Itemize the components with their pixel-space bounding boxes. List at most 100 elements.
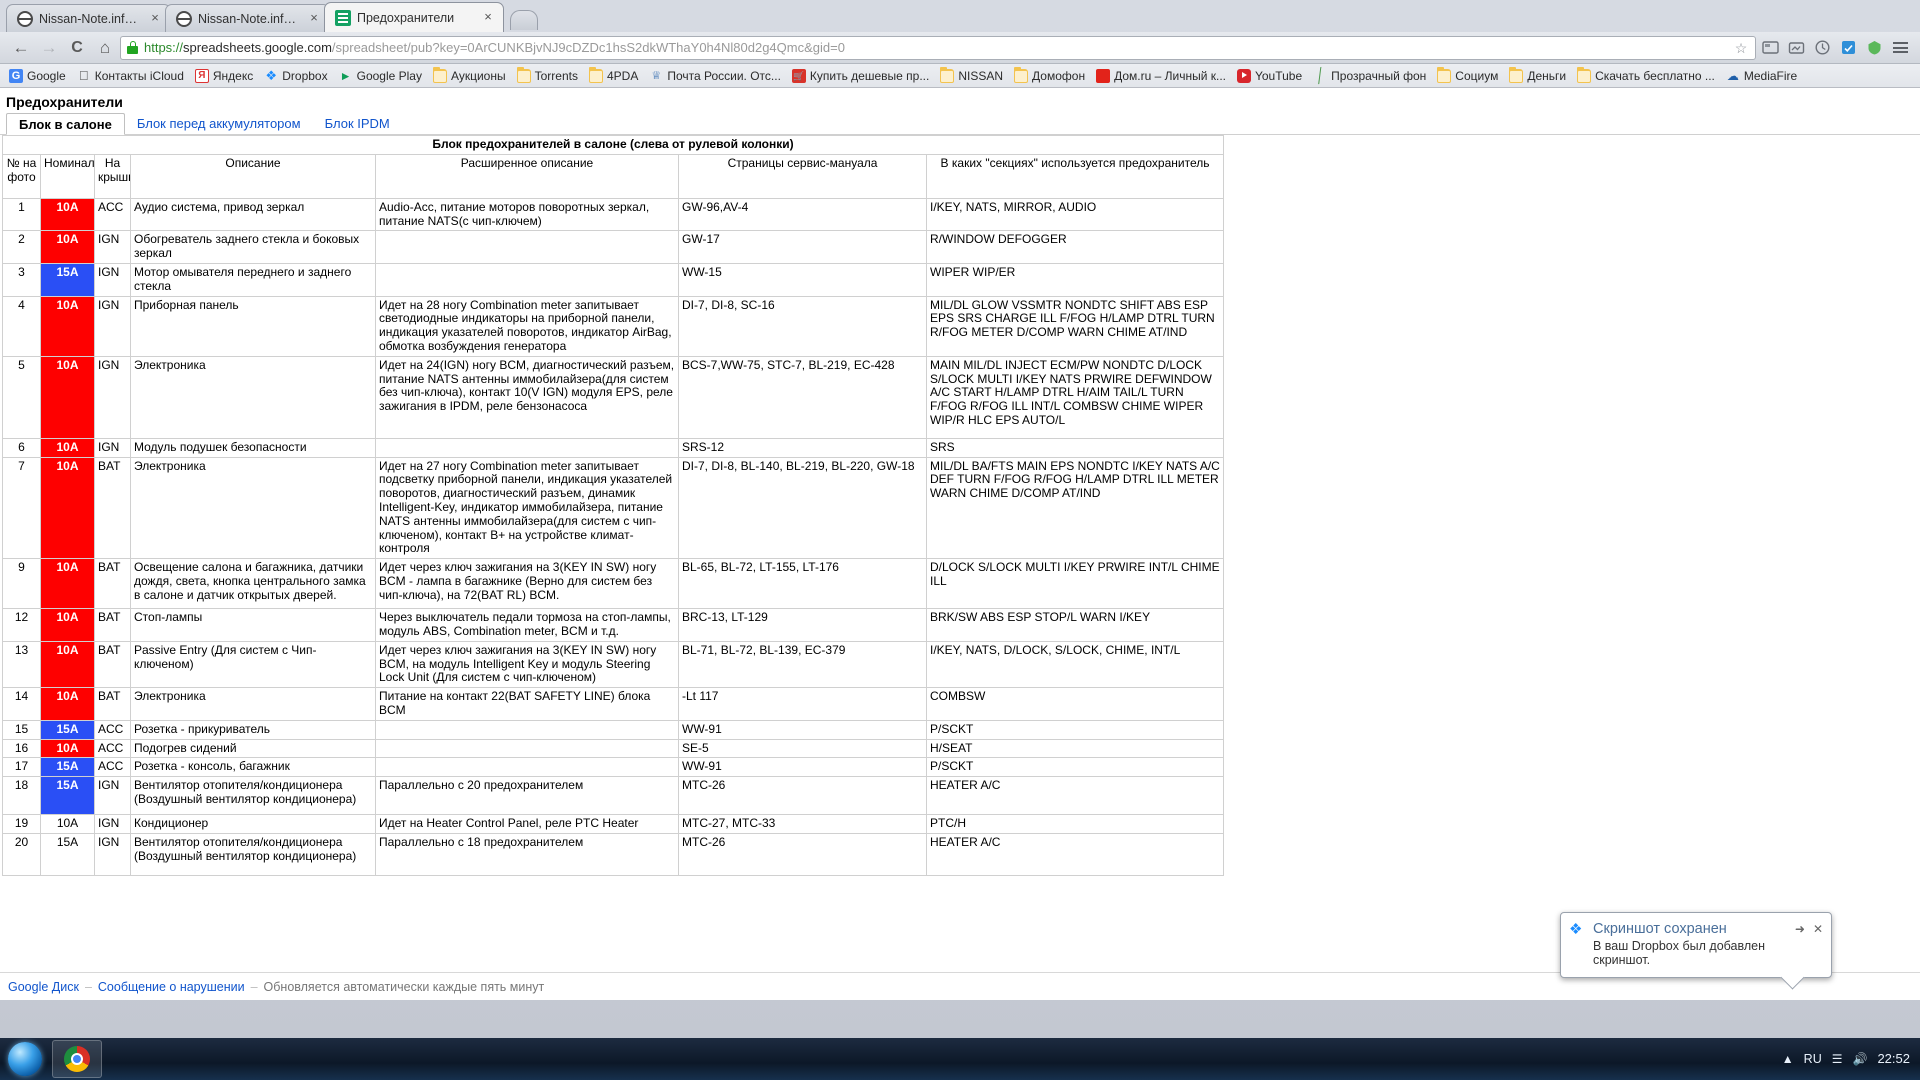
volume-icon[interactable]: 🔊 [1853, 1052, 1868, 1066]
report-abuse-link[interactable]: Сообщение о нарушении [98, 980, 245, 994]
cell-extended-description: Audio-Acc, питание моторов поворотных зе… [375, 197, 679, 232]
extension-icon-5[interactable] [1862, 36, 1886, 60]
cell-description: Розетка - прикуриватель [130, 719, 376, 740]
bookmark-label: Домофон [1032, 68, 1086, 83]
cell-on-cover: BAT [94, 558, 131, 610]
cell-rating: 15A [40, 262, 95, 297]
cell-description: Passive Entry (Для систем с Чип-ключеном… [130, 640, 376, 689]
address-bar[interactable]: https://spreadsheets.google.com/spreadsh… [120, 35, 1756, 60]
cell-number: 2 [2, 230, 41, 264]
bookmark-label: Социум [1455, 68, 1499, 83]
browser-tab-3[interactable]: Предохранители [324, 2, 504, 32]
browser-tab-1[interactable]: Nissan-Note.info :: Поиск [6, 4, 171, 32]
table-row: 2 10A IGN Обогреватель заднего стекла и бок… [2, 230, 1225, 264]
mediafire-icon: ☁ [1726, 68, 1739, 83]
bookmark-label: Torrents [534, 68, 578, 83]
bookmark-mediafire[interactable]: ☁ MediaFire [1721, 67, 1802, 85]
cell-description: Вентилятор отопителя/кондиционера (Возду… [130, 776, 376, 816]
close-icon[interactable]: ✕ [1813, 922, 1823, 936]
bookmark-domru[interactable]: Дом.ru – Личный к... [1091, 67, 1231, 85]
table-row: 19 10A IGN Кондиционер Идет на Heater Contro… [2, 814, 1225, 834]
bookmark-domofon[interactable]: Домофон [1009, 66, 1090, 85]
folder-icon [1577, 66, 1592, 83]
url-text: https://spreadsheets.google.com/spreadsh… [144, 40, 1727, 55]
google-sheets-icon [335, 9, 351, 26]
bookmark-socium[interactable]: Социум [1432, 66, 1503, 85]
home-icon[interactable]: ⌂ [92, 36, 118, 60]
cell-extended-description [375, 738, 679, 759]
cell-sections: P/SCKT [925, 757, 1225, 778]
close-icon[interactable] [481, 11, 495, 25]
toast-header: ❖ Скриншот сохранен ➜ ✕ [1569, 921, 1823, 937]
cell-rating: 15A [40, 719, 95, 740]
dropbox-notification[interactable]: ❖ Скриншот сохранен ➜ ✕ В ваш Dropbox бы… [1560, 912, 1832, 978]
network-icon[interactable]: ☰ [1832, 1052, 1843, 1066]
cell-rating: 10A [40, 738, 95, 759]
play-icon: ► [339, 68, 352, 83]
extension-icon-3[interactable] [1810, 36, 1834, 60]
document-title: Предохранители [6, 94, 123, 110]
star-icon[interactable]: ☆ [1733, 40, 1749, 56]
cell-extended-description [375, 230, 679, 264]
bookmark-nissan[interactable]: NISSAN [935, 66, 1008, 85]
cell-extended-description: Через выключатель педали тормоза на стоп… [375, 608, 679, 642]
bookmark-label: Почта России. Отс... [667, 68, 781, 83]
forward-icon[interactable]: → [36, 36, 62, 60]
table-banner: Блок предохранителей в салоне (слева от … [1, 135, 1225, 155]
reload-icon[interactable]: C [64, 36, 90, 60]
cell-sections: H/SEAT [925, 738, 1225, 759]
browser-tab-2[interactable]: Nissan-Note.info :: Просм [165, 4, 330, 32]
taskbar-item-chrome[interactable] [52, 1040, 102, 1078]
cell-number: 15 [2, 719, 41, 740]
cell-rating: 10A [40, 230, 95, 264]
bookmark-torrents[interactable]: Torrents [512, 66, 583, 85]
collapse-icon[interactable]: ➜ [1795, 922, 1805, 936]
bookmark-transparent-bg[interactable]: ╱ Прозрачный фон [1308, 67, 1431, 85]
extension-icon-2[interactable] [1784, 36, 1808, 60]
bookmark-youtube[interactable]: YouTube [1232, 67, 1307, 85]
back-icon[interactable]: ← [8, 36, 34, 60]
bookmark-google-play[interactable]: ► Google Play [334, 67, 427, 85]
cell-on-cover: IGN [94, 295, 131, 357]
table-row: 5 10A IGN Электроника Идет на 24(IGN) ногу B… [2, 355, 1225, 439]
bookmark-google[interactable]: G Google [4, 67, 71, 85]
extension-icon-1[interactable] [1758, 36, 1782, 60]
language-indicator[interactable]: RU [1804, 1052, 1822, 1066]
bookmark-money[interactable]: Деньги [1504, 66, 1571, 85]
cell-rating: 10A [40, 197, 95, 232]
bookmark-4pda[interactable]: 4PDA [584, 66, 643, 85]
cell-manual-pages: WW-15 [678, 262, 927, 297]
cell-sections: R/WINDOW DEFOGGER [925, 230, 1225, 264]
sheet-tab-before-battery-block[interactable]: Блок перед аккумулятором [125, 113, 313, 134]
cell-description: Обогреватель заднего стекла и боковых зе… [130, 230, 376, 264]
windows-start-orb[interactable] [2, 1040, 48, 1078]
new-tab-button[interactable] [510, 10, 538, 30]
cell-rating: 10A [40, 295, 95, 357]
cell-sections: SRS [925, 437, 1225, 458]
cell-manual-pages: MTC-26 [678, 832, 927, 876]
cell-number: 16 [2, 738, 41, 759]
bookmark-download-free[interactable]: Скачать бесплатно ... [1572, 66, 1720, 85]
google-drive-link[interactable]: Google Диск [8, 980, 79, 994]
bookmark-yandex[interactable]: Я Яндекс [190, 67, 258, 85]
browser-menu-button[interactable] [1888, 36, 1912, 60]
bookmark-russian-post[interactable]: ♕ Почта России. Отс... [644, 67, 786, 85]
taskbar-clock[interactable]: 22:52 [1877, 1051, 1910, 1066]
cell-manual-pages: WW-91 [678, 719, 927, 740]
sheet-tab-ipdm-block[interactable]: Блок IPDM [313, 113, 402, 134]
show-hidden-icons[interactable]: ▲ [1782, 1052, 1794, 1066]
bookmark-icloud-contacts[interactable]:  Контакты iCloud [72, 67, 189, 85]
bookmark-cheap-goods[interactable]: 🛒 Купить дешевые пр... [787, 67, 934, 85]
close-icon[interactable] [148, 12, 162, 26]
bookmark-dropbox[interactable]: ❖ Dropbox [259, 67, 332, 85]
cell-number: 18 [2, 776, 41, 816]
cell-extended-description: Параллельно с 18 предохранителем [375, 832, 679, 876]
extension-icon-4[interactable] [1836, 36, 1860, 60]
dropbox-icon: ❖ [1569, 920, 1583, 938]
sheet-tab-interior-block[interactable]: Блок в салоне [6, 113, 125, 135]
bookmark-label: 4PDA [606, 68, 639, 83]
folder-icon [1509, 66, 1524, 83]
cell-description: Модуль подушек безопасности [130, 437, 376, 458]
bookmark-auctions[interactable]: Аукционы [428, 66, 511, 85]
close-icon[interactable] [307, 12, 321, 26]
